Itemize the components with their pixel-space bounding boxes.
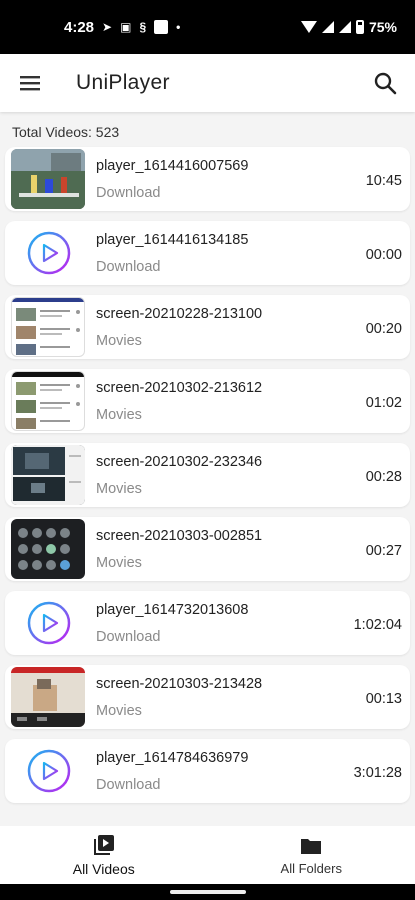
signal-icon [338,21,351,33]
video-folder: Movies [96,407,142,423]
search-button[interactable] [355,54,415,112]
total-videos-count: Total Videos: 523 [12,124,120,140]
video-duration: 00:20 [365,321,402,337]
video-title: player_1614416007569 [96,158,249,174]
video-title: player_1614784636979 [96,750,249,766]
video-thumbnail [11,371,85,431]
app-bar: UniPlayer [0,54,415,112]
video-item[interactable]: player_1614732013608 Download 1:02:04 [5,591,410,655]
status-time: 4:28 [64,18,95,36]
video-duration: 01:02 [365,395,402,411]
home-indicator[interactable] [170,890,246,894]
wifi-icon [300,21,317,33]
video-duration: 00:28 [365,469,402,485]
video-library-icon [93,835,114,855]
gesture-bar [0,884,415,900]
play-icon [27,749,71,793]
nav-all-videos[interactable]: All Videos [0,826,208,884]
video-title: player_1614732013608 [96,602,249,618]
search-icon [374,72,397,95]
video-thumbnail [17,591,81,655]
video-thumbnail [11,445,85,505]
video-duration: 10:45 [365,173,402,189]
video-folder: Download [96,629,161,645]
video-thumbnail [17,221,81,285]
video-item[interactable]: player_1614784636979 Download 3:01:28 [5,739,410,803]
video-folder: Movies [96,555,142,571]
video-duration: 00:13 [365,691,402,707]
video-folder: Movies [96,481,142,497]
menu-icon [20,76,40,91]
video-title: screen-20210302-213612 [96,380,263,396]
video-title: screen-20210303-002851 [96,528,263,544]
video-item[interactable]: player_1614416134185 Download 00:00 [5,221,410,285]
nav-label: All Videos [72,861,135,877]
menu-button[interactable] [0,54,60,112]
video-item[interactable]: player_1614416007569 Download 10:45 [5,147,410,211]
video-duration: 1:02:04 [353,617,402,633]
video-item[interactable]: screen-20210302-213612 Movies 01:02 [5,369,410,433]
nav-label: All Folders [280,860,342,876]
dot-icon: • [176,20,181,34]
folder-icon [301,838,322,854]
app-title: UniPlayer [76,71,170,94]
video-title: player_1614416134185 [96,232,249,248]
notification-icon [154,20,169,34]
video-thumbnail [11,667,85,727]
battery-icon [355,20,364,34]
nav-all-folders[interactable]: All Folders [208,826,415,884]
video-folder: Movies [96,703,142,719]
video-item[interactable]: screen-20210303-002851 Movies 00:27 [5,517,410,581]
video-item[interactable]: screen-20210303-213428 Movies 00:13 [5,665,410,729]
video-folder: Download [96,185,161,201]
battery-percent: 75% [368,19,397,35]
video-duration: 3:01:28 [353,765,402,781]
video-item[interactable]: screen-20210228-213100 Movies 00:20 [5,295,410,359]
video-title: screen-20210228-213100 [96,306,263,322]
video-thumbnail [11,149,85,209]
video-title: screen-20210302-232346 [96,454,263,470]
video-duration: 00:27 [365,543,402,559]
video-thumbnail [17,739,81,803]
video-thumbnail [11,297,85,357]
video-item[interactable]: screen-20210302-232346 Movies 00:28 [5,443,410,507]
bottom-navigation: All Videos All Folders [0,826,415,884]
video-folder: Download [96,777,161,793]
notification-icon: § [139,20,147,34]
notification-icon: ▣ [120,20,132,34]
status-bar: 4:28 ➤ ▣ § • 75% [0,0,415,54]
signal-icon [321,21,334,33]
telegram-icon: ➤ [102,20,113,34]
video-folder: Download [96,259,161,275]
video-title: screen-20210303-213428 [96,676,263,692]
play-icon [27,601,71,645]
video-duration: 00:00 [365,247,402,263]
play-icon [27,231,71,275]
video-thumbnail [11,519,85,579]
video-folder: Movies [96,333,142,349]
video-list[interactable]: player_1614416007569 Download 10:45 play… [0,144,415,826]
